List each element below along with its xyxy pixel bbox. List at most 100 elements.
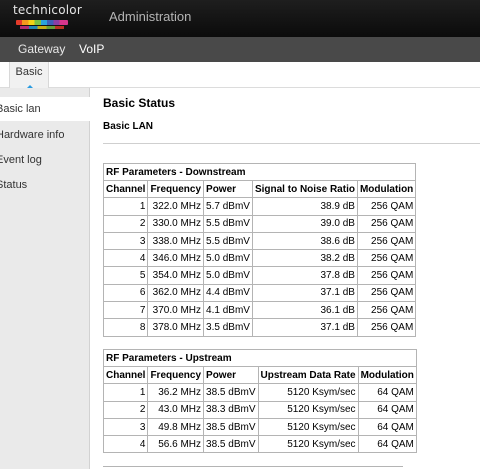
column-header: Channel <box>102 365 149 385</box>
sidebar-item-event-log[interactable]: Event log <box>0 148 90 172</box>
upstream-caption: RF Parameters - Upstream <box>103 349 417 367</box>
table-cell: 37.1 dB <box>251 318 358 337</box>
tab-basic-label: Basic <box>15 66 43 78</box>
column-header: Frequency <box>147 365 205 385</box>
column-header: Signal to Noise Ratio <box>251 179 358 199</box>
table-cell: 36.1 dB <box>251 301 358 320</box>
table-cell: 5.0 dBmV <box>203 266 253 285</box>
table-cell: 354.0 MHz <box>147 266 205 285</box>
table-row: 2 43.0 MHz 38.3 dBmV 5120 Ksym/sec 64 QAM <box>102 400 417 419</box>
table-row: 3 49.8 MHz 38.5 dBmV 5120 Ksym/sec 64 QAM <box>102 417 417 437</box>
page-title: Basic Status <box>103 96 176 110</box>
sub-tabs: Basic <box>0 62 480 89</box>
table-cell: 5120 Ksym/sec <box>257 383 359 402</box>
table-cell: 5.7 dBmV <box>203 197 253 216</box>
column-header: Power <box>203 365 259 385</box>
table-cell: 8 <box>102 318 149 337</box>
table-row: 2 330.0 MHz 5.5 dBmV 39.0 dB 256 QAM <box>102 214 417 233</box>
table-cell: 256 QAM <box>356 318 417 337</box>
table-cell: 4.4 dBmV <box>203 283 253 303</box>
column-header: Channel <box>102 179 149 199</box>
table-cell: 38.5 dBmV <box>203 435 259 454</box>
sidebar-item-hardware-info[interactable]: Hardware info <box>0 123 90 147</box>
top-header: technicolor Administration <box>0 0 480 37</box>
table-cell: 2 <box>102 214 149 233</box>
table-header-row: Channel Frequency Power Signal to Noise … <box>102 179 417 199</box>
technicolor-logo[interactable]: technicolor <box>10 3 82 33</box>
main-content: Basic Status Basic LAN RF Parameters - D… <box>91 88 480 469</box>
app-title: Administration <box>109 9 192 24</box>
table-cell: 56.6 MHz <box>147 435 205 454</box>
table-cell: 43.0 MHz <box>147 400 205 419</box>
upstream-table: RF Parameters - Upstream Channel Frequen… <box>102 349 417 454</box>
main-nav: Gateway VoIP <box>0 37 480 62</box>
sidebar-item-label: Hardware info <box>0 129 65 141</box>
table-cell: 378.0 MHz <box>147 318 205 337</box>
table-row: 4 346.0 MHz 5.0 dBmV 38.2 dB 256 QAM <box>102 249 417 268</box>
table-cell: 362.0 MHz <box>147 283 205 303</box>
table-cell: 38.3 dBmV <box>203 400 259 419</box>
table-cell: 1 <box>102 197 149 216</box>
table-cell: 4.1 dBmV <box>203 301 253 320</box>
column-header: Modulation <box>357 365 417 385</box>
table-cell: 6 <box>102 283 149 303</box>
sidebar-item-label: Status <box>0 179 28 191</box>
table-cell: 256 QAM <box>356 266 417 285</box>
divider <box>103 143 480 144</box>
table-cell: 330.0 MHz <box>147 214 205 233</box>
table-cell: 338.0 MHz <box>147 231 205 251</box>
table-cell: 5.0 dBmV <box>203 249 253 268</box>
column-header: Power <box>203 179 253 199</box>
downstream-table: RF Parameters - Downstream Channel Frequ… <box>102 163 417 337</box>
divider <box>103 466 403 467</box>
table-cell: 322.0 MHz <box>147 197 205 216</box>
table-row: 7 370.0 MHz 4.1 dBmV 36.1 dB 256 QAM <box>102 301 417 320</box>
sidebar-item-label: Basic lan <box>0 103 41 115</box>
table-cell: 38.2 dB <box>251 249 358 268</box>
table-cell: 5120 Ksym/sec <box>257 400 359 419</box>
column-header: Upstream Data Rate <box>257 365 359 385</box>
section-title: Basic LAN <box>103 121 154 132</box>
table-cell: 64 QAM <box>357 417 417 437</box>
table-cell: 5120 Ksym/sec <box>257 435 359 454</box>
logo-text: technicolor <box>13 3 82 17</box>
tab-basic[interactable]: Basic <box>9 62 49 89</box>
table-cell: 256 QAM <box>356 231 417 251</box>
table-row: 1 36.2 MHz 38.5 dBmV 5120 Ksym/sec 64 QAM <box>102 383 417 402</box>
table-cell: 38.9 dB <box>251 197 358 216</box>
table-cell: 49.8 MHz <box>147 417 205 437</box>
table-cell: 256 QAM <box>356 301 417 320</box>
column-header: Frequency <box>147 179 205 199</box>
table-cell: 64 QAM <box>357 435 417 454</box>
table-cell: 346.0 MHz <box>147 249 205 268</box>
table-cell: 3.5 dBmV <box>203 318 253 337</box>
table-cell: 5120 Ksym/sec <box>257 417 359 437</box>
table-cell: 3 <box>102 231 149 251</box>
table-header-row: Channel Frequency Power Upstream Data Ra… <box>102 365 417 385</box>
table-cell: 36.2 MHz <box>147 383 205 402</box>
table-cell: 64 QAM <box>357 383 417 402</box>
sidebar: Basic lan Hardware info Event log Status <box>0 88 90 469</box>
nav-gateway[interactable]: Gateway <box>18 42 65 56</box>
table-row: 3 338.0 MHz 5.5 dBmV 38.6 dB 256 QAM <box>102 231 417 251</box>
table-row: 1 322.0 MHz 5.7 dBmV 38.9 dB 256 QAM <box>102 197 417 216</box>
sidebar-item-basic-lan[interactable]: Basic lan <box>0 97 90 121</box>
table-cell: 256 QAM <box>356 249 417 268</box>
table-cell: 38.6 dB <box>251 231 358 251</box>
table-cell: 37.1 dB <box>251 283 358 303</box>
table-row: 6 362.0 MHz 4.4 dBmV 37.1 dB 256 QAM <box>102 283 417 303</box>
table-row: 4 56.6 MHz 38.5 dBmV 5120 Ksym/sec 64 QAM <box>102 435 417 454</box>
table-cell: 7 <box>102 301 149 320</box>
table-row: 5 354.0 MHz 5.0 dBmV 37.8 dB 256 QAM <box>102 266 417 285</box>
table-cell: 256 QAM <box>356 197 417 216</box>
downstream-caption: RF Parameters - Downstream <box>102 163 417 181</box>
nav-voip[interactable]: VoIP <box>79 42 104 56</box>
table-cell: 5 <box>102 266 149 285</box>
table-cell: 3 <box>102 417 149 437</box>
sidebar-item-status[interactable]: Status <box>0 173 90 197</box>
table-cell: 38.5 dBmV <box>203 417 259 437</box>
table-cell: 37.8 dB <box>251 266 358 285</box>
table-cell: 256 QAM <box>356 214 417 233</box>
table-cell: 38.5 dBmV <box>203 383 259 402</box>
table-cell: 2 <box>102 400 149 419</box>
